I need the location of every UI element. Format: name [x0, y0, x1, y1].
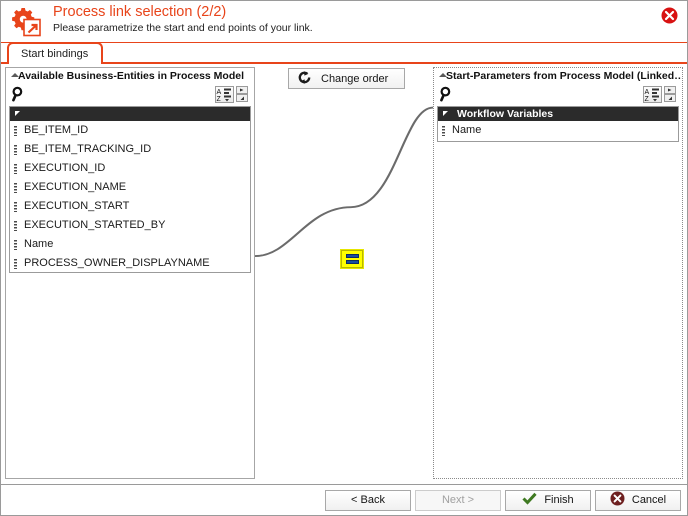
left-search-row: A Z: [6, 84, 254, 105]
list-item[interactable]: BE_ITEM_TRACKING_ID: [10, 140, 250, 159]
list-item[interactable]: EXECUTION_ID: [10, 159, 250, 178]
list-item-name-linked[interactable]: Name: [10, 235, 250, 254]
list-item-label: Name: [24, 238, 54, 250]
drag-handle-icon[interactable]: [14, 164, 17, 174]
collapse-up-icon[interactable]: [439, 73, 447, 77]
tab-start-bindings[interactable]: Start bindings: [7, 42, 104, 66]
dialog-footer: < Back Next > Finish Cancel: [1, 484, 687, 515]
drag-handle-icon[interactable]: [14, 202, 17, 212]
right-panel-title: Start-Parameters from Process Model (Lin…: [446, 70, 682, 82]
left-panel-header: Available Business-Entities in Process M…: [6, 68, 254, 84]
list-item[interactable]: EXECUTION_START: [10, 197, 250, 216]
back-button-label: < Back: [351, 494, 385, 506]
link-node-bar: [345, 260, 359, 264]
svg-text:A: A: [645, 89, 650, 96]
page-title: Process link selection (2/2): [53, 4, 227, 20]
list-item-label: EXECUTION_START: [24, 200, 130, 212]
list-item-label: EXECUTION_ID: [24, 162, 106, 174]
drag-handle-icon[interactable]: [14, 259, 17, 269]
panel-options-icon[interactable]: [236, 86, 250, 103]
next-button[interactable]: Next >: [415, 489, 501, 511]
drag-handle-icon[interactable]: [442, 126, 445, 136]
list-item-label: EXECUTION_NAME: [24, 181, 127, 193]
check-icon: [522, 492, 537, 508]
left-search-input[interactable]: [30, 86, 202, 102]
right-listbox[interactable]: Workflow Variables Name: [437, 106, 679, 142]
left-panel-title: Available Business-Entities in Process M…: [18, 70, 245, 82]
finish-button-label: Finish: [544, 494, 574, 506]
link-node[interactable]: [341, 250, 363, 268]
gear-link-icon: [10, 6, 44, 38]
drag-handle-icon[interactable]: [14, 221, 17, 231]
link-curve: [254, 106, 434, 258]
collapse-triangle-icon: [443, 111, 448, 116]
collapse-triangle-icon: [15, 111, 20, 116]
cancel-button-label: Cancel: [631, 494, 667, 506]
link-canvas: Change order: [254, 67, 434, 479]
panel-options-icon[interactable]: [664, 86, 678, 103]
finish-button[interactable]: Finish: [505, 489, 591, 511]
cancel-button[interactable]: Cancel: [595, 489, 681, 511]
left-panel: Available Business-Entities in Process M…: [5, 67, 255, 479]
list-item[interactable]: BE_ITEM_ID: [10, 121, 250, 140]
left-listbox[interactable]: BE_ITEM_ID BE_ITEM_TRACKING_ID EXECUTION…: [9, 106, 251, 273]
list-item[interactable]: PROCESS_OWNER_DISPLAYNAME: [10, 254, 250, 272]
right-panel-header: Start-Parameters from Process Model (Lin…: [434, 68, 682, 84]
list-item-name-linked[interactable]: Name: [438, 121, 678, 140]
search-icon[interactable]: [11, 86, 27, 102]
back-button[interactable]: < Back: [325, 489, 411, 511]
list-item-label: EXECUTION_STARTED_BY: [24, 219, 166, 231]
dialog-header: Process link selection (2/2) Please para…: [1, 1, 687, 43]
drag-handle-icon[interactable]: [14, 145, 17, 155]
list-item[interactable]: EXECUTION_STARTED_BY: [10, 216, 250, 235]
list-item-label: Name: [452, 124, 482, 136]
group-header-label: Workflow Variables: [457, 108, 554, 120]
next-button-label: Next >: [441, 494, 475, 506]
list-item[interactable]: EXECUTION_NAME: [10, 178, 250, 197]
cancel-circle-icon: [610, 491, 625, 509]
sort-az-icon[interactable]: A Z: [643, 86, 662, 103]
list-item-label: BE_ITEM_TRACKING_ID: [24, 143, 152, 155]
link-node-bar: [345, 254, 359, 258]
sort-az-icon[interactable]: A Z: [215, 86, 234, 103]
collapse-up-icon[interactable]: [11, 73, 19, 77]
svg-text:Z: Z: [217, 96, 222, 102]
list-item-label: PROCESS_OWNER_DISPLAYNAME: [24, 257, 210, 269]
svg-text:A: A: [217, 89, 222, 96]
page-subtitle: Please parametrize the start and end poi…: [53, 22, 313, 34]
list-item-label: BE_ITEM_ID: [24, 124, 89, 136]
right-panel: Start-Parameters from Process Model (Lin…: [433, 67, 683, 479]
svg-text:Z: Z: [645, 96, 650, 102]
process-link-selection-dialog: Process link selection (2/2) Please para…: [0, 0, 688, 516]
drag-handle-icon[interactable]: [14, 126, 17, 136]
close-icon[interactable]: [661, 7, 678, 24]
right-search-input[interactable]: [458, 86, 630, 102]
search-icon[interactable]: [439, 86, 455, 102]
drag-handle-icon[interactable]: [14, 240, 17, 250]
workflow-variables-group-header[interactable]: Workflow Variables: [438, 107, 678, 121]
left-group-header[interactable]: [10, 107, 250, 121]
drag-handle-icon[interactable]: [14, 183, 17, 193]
tab-strip: Start bindings: [1, 42, 687, 66]
right-search-row: A Z: [434, 84, 682, 105]
dialog-body: Available Business-Entities in Process M…: [1, 64, 687, 484]
